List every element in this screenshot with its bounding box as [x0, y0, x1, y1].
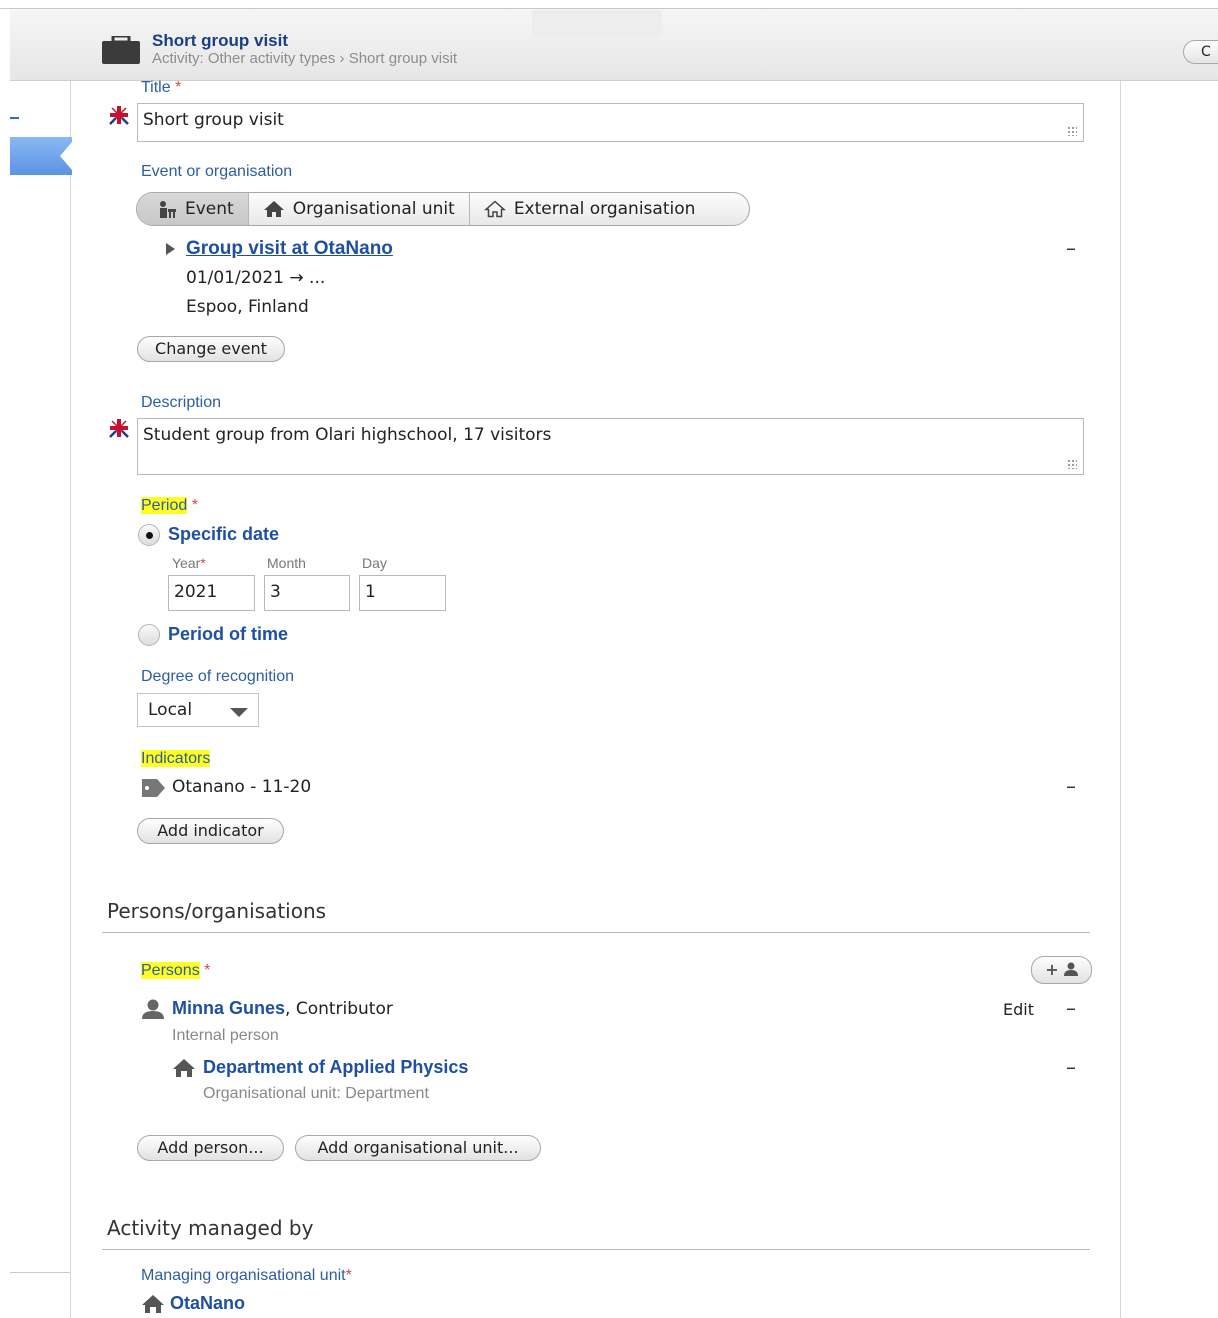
day-input[interactable]: 1: [359, 575, 446, 611]
resize-grip-icon[interactable]: [1067, 459, 1077, 469]
person-role: , Contributor: [285, 999, 393, 1019]
house-outline-icon: [483, 200, 506, 218]
header-ghost-tab: [532, 10, 662, 36]
description-input[interactable]: Student group from Olari highschool, 17 …: [137, 418, 1084, 475]
person-type: Internal person: [172, 1027, 279, 1044]
persons-label: Persons *: [141, 962, 211, 979]
section-divider: [102, 1249, 1090, 1250]
uk-flag-icon[interactable]: [108, 417, 130, 439]
content-frame-left: [70, 81, 71, 1318]
side-divider: [10, 1272, 70, 1273]
house-icon: [173, 1059, 195, 1077]
title-input[interactable]: Short group visit: [137, 103, 1084, 142]
add-org-unit-button[interactable]: Add organisational unit...: [295, 1135, 541, 1161]
day-label: Day: [362, 555, 387, 571]
event-dates: 01/01/2021 → ...: [186, 268, 326, 288]
org-unit-type: Organisational unit: Department: [203, 1085, 429, 1102]
person-icon: [1063, 962, 1078, 976]
add-person-icon-button[interactable]: +: [1031, 956, 1092, 984]
expand-arrow-icon[interactable]: [166, 243, 175, 255]
event-or-org-label: Event or organisation: [141, 163, 293, 180]
event-location: Espoo, Finland: [186, 297, 309, 317]
remove-person-button[interactable]: –: [1066, 996, 1076, 1020]
radio-period-of-time[interactable]: [138, 624, 160, 646]
description-label: Description: [141, 394, 222, 411]
briefcase-icon: [102, 36, 140, 64]
managing-unit-label: Managing organisational unit*: [141, 1267, 352, 1284]
resize-grip-icon[interactable]: [1067, 126, 1077, 136]
tab-event[interactable]: Event: [137, 193, 249, 225]
breadcrumb: Activity: Other activity types › Short g…: [152, 50, 458, 67]
tab-external-organisation[interactable]: External organisation: [470, 193, 710, 225]
radio-specific-date[interactable]: [138, 524, 160, 546]
year-label: Year*: [172, 555, 206, 571]
title-label: Title *: [141, 79, 182, 96]
recognition-label: Degree of recognition: [141, 668, 294, 685]
org-unit-link[interactable]: Department of Applied Physics: [203, 1057, 468, 1078]
event-icon: [160, 201, 176, 218]
add-indicator-button[interactable]: Add indicator: [137, 818, 284, 844]
managing-unit-link[interactable]: OtaNano: [170, 1293, 245, 1314]
specific-date-label[interactable]: Specific date: [168, 524, 279, 545]
month-input[interactable]: 3: [264, 575, 350, 611]
tag-icon: [142, 779, 165, 797]
edit-person-link[interactable]: Edit: [1003, 1000, 1034, 1019]
period-of-time-label[interactable]: Period of time: [168, 624, 288, 645]
period-label: Period *: [141, 497, 198, 514]
event-org-segmented-control: Event Organisational unit External organ…: [136, 192, 750, 226]
indicators-label: Indicators: [141, 750, 211, 767]
remove-indicator-button[interactable]: –: [1066, 774, 1076, 798]
person-icon: [142, 999, 164, 1019]
month-label: Month: [267, 555, 306, 571]
recognition-select[interactable]: Local: [137, 693, 259, 727]
header-title: Short group visit: [152, 31, 288, 50]
remove-org-unit-button[interactable]: –: [1066, 1055, 1076, 1079]
year-input[interactable]: 2021: [168, 575, 255, 611]
section-divider: [102, 932, 1090, 933]
person-entry: Minna Gunes, Contributor: [172, 998, 393, 1019]
remove-event-button[interactable]: –: [1066, 236, 1076, 260]
managed-section-heading: Activity managed by: [107, 1216, 314, 1240]
person-name-link[interactable]: Minna Gunes: [172, 998, 285, 1018]
persons-section-heading: Persons/organisations: [107, 899, 327, 923]
change-event-button[interactable]: Change event: [137, 336, 285, 362]
house-icon: [142, 1295, 164, 1313]
event-link[interactable]: Group visit at OtaNano: [186, 238, 393, 260]
chevron-down-icon: [230, 708, 248, 717]
side-nav-marker: [10, 117, 19, 119]
add-person-button[interactable]: Add person...: [137, 1135, 284, 1161]
header-right-button[interactable]: C: [1183, 40, 1218, 64]
house-icon: [263, 201, 284, 217]
tab-organisational-unit[interactable]: Organisational unit: [249, 193, 470, 225]
side-nav-notch: [60, 142, 72, 170]
content-frame-right: [1120, 81, 1121, 1318]
uk-flag-icon[interactable]: [108, 104, 130, 126]
indicator-item: Otanano - 11-20: [172, 777, 312, 797]
